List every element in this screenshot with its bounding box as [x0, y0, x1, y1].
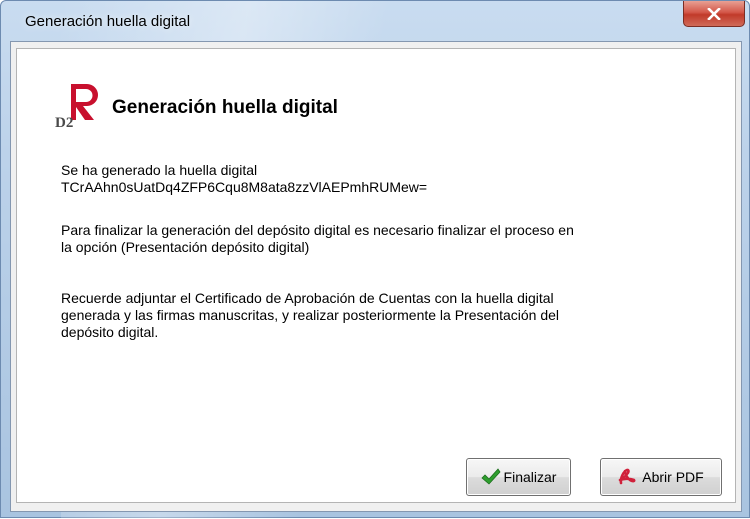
content-panel: D2 Generación huella digital Se ha gener…: [16, 48, 736, 503]
instruction-line: Para finalizar la generación del depósit…: [61, 222, 574, 238]
reminder-line: generada y las firmas manuscritas, y rea…: [61, 307, 560, 323]
abrir-pdf-button-label: Abrir PDF: [642, 469, 704, 485]
result-message: Se ha generado la huella digital TCrAAhn…: [61, 162, 701, 196]
reminder-message: Recuerde adjuntar el Certificado de Apro…: [61, 290, 701, 341]
title-bar[interactable]: Generación huella digital: [1, 1, 750, 41]
window-title: Generación huella digital: [25, 13, 191, 30]
reminder-line: Recuerde adjuntar el Certificado de Apro…: [61, 290, 554, 306]
dialog-window: Generación huella digital D2 Generación …: [0, 0, 750, 519]
message-line: Se ha generado la huella digital: [61, 162, 258, 178]
abrir-pdf-button[interactable]: Abrir PDF: [600, 458, 722, 496]
svg-text:D2: D2: [55, 115, 73, 128]
reminder-line: depósito digital.: [61, 324, 159, 340]
dialog-heading: Generación huella digital: [112, 97, 338, 118]
pdf-icon: [618, 468, 636, 485]
dialog-client-area: D2 Generación huella digital Se ha gener…: [10, 41, 742, 512]
instruction-line: la opción (Presentación depósito digital…: [61, 239, 310, 255]
close-button[interactable]: [683, 1, 745, 27]
checkmark-icon: [480, 468, 501, 485]
d2-r-logo-icon: D2: [55, 84, 98, 128]
finalizar-button-label: Finalizar: [503, 469, 557, 485]
finalizar-button[interactable]: Finalizar: [466, 458, 571, 496]
digital-fingerprint-hash: TCrAAhn0sUatDq4ZFP6Cqu8M8ata8zzVlAEPmhRU…: [61, 179, 428, 195]
instruction-message: Para finalizar la generación del depósit…: [61, 222, 701, 256]
close-icon: [707, 7, 721, 20]
